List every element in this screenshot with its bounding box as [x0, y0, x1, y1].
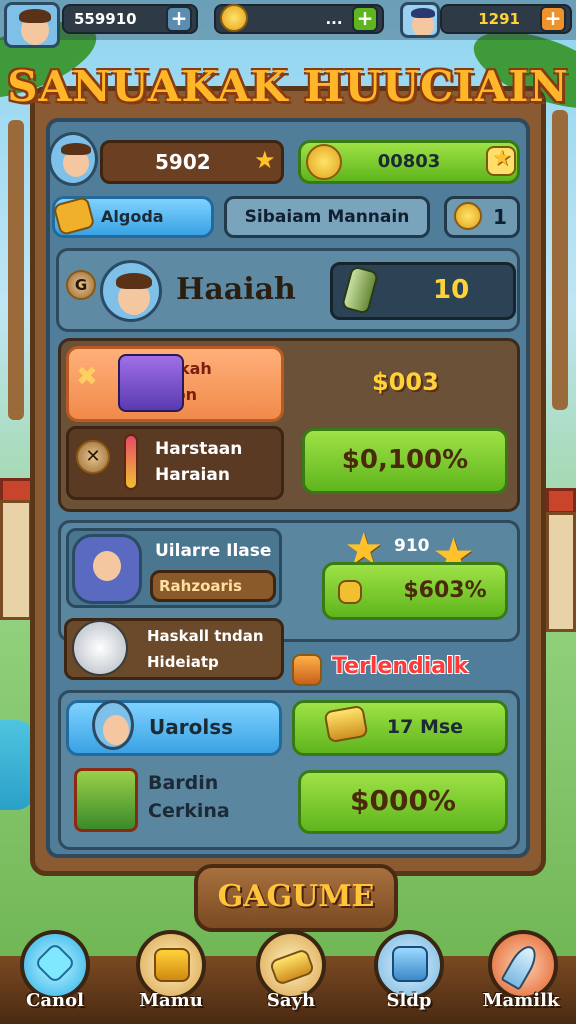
- bundle-line1: Bardin: [148, 772, 219, 794]
- currency-2-value: ...: [325, 10, 343, 28]
- quest-line1: Uilarre Ilase: [155, 541, 272, 561]
- coin-icon: [454, 202, 482, 230]
- center-button[interactable]: Sibaiam Mannain: [224, 196, 430, 238]
- star-icon: ★: [492, 146, 512, 171]
- quest-character-icon: [72, 534, 142, 604]
- house-left: [0, 500, 32, 620]
- stats-left-value: 5902: [155, 150, 211, 174]
- coin-icon: [220, 4, 248, 32]
- shop-icon: [392, 946, 428, 982]
- dice-icon: [72, 620, 128, 676]
- add-currency-2-button[interactable]: +: [352, 6, 378, 32]
- offer-character-icon: [92, 700, 134, 750]
- gold-cube-icon: [338, 580, 362, 604]
- tag-label: Algoda: [101, 207, 164, 226]
- buy-button[interactable]: $0,100%: [302, 428, 508, 494]
- price-1: $003: [372, 368, 439, 396]
- star-button[interactable]: ★: [486, 146, 516, 176]
- friend-avatar[interactable]: [400, 2, 440, 38]
- reward-button-label: $603%: [403, 578, 487, 603]
- nav-label-2: Sayh: [266, 990, 316, 1011]
- star-icon: ★: [254, 146, 276, 174]
- torch-icon: [124, 434, 138, 490]
- big-buy-label: $000%: [350, 784, 456, 817]
- feather-icon: [500, 941, 542, 991]
- palm-trunk-right: [552, 110, 568, 410]
- house-right: [546, 512, 576, 632]
- nav-label-1: Mamu: [139, 990, 203, 1011]
- item-2-line2: Haraian: [155, 465, 230, 485]
- currency-1-value: 559910: [74, 10, 137, 28]
- player-portrait-hair: [116, 273, 152, 289]
- stats-avatar-hair: [61, 143, 91, 155]
- stats-right-value: 00803: [377, 151, 441, 172]
- player-avatar[interactable]: [4, 2, 60, 48]
- blue-offer-label: Uarolss: [149, 715, 234, 739]
- offer-character-face: [103, 715, 129, 745]
- item-3-line2: Hideiatp: [147, 653, 219, 671]
- bundle-line2: Cerkina: [148, 800, 230, 822]
- quest-character-face: [93, 551, 121, 581]
- quest-line2: Rahzoaris: [150, 570, 276, 602]
- player-portrait[interactable]: [100, 260, 162, 322]
- cannon-icon: [118, 354, 184, 412]
- player-badge: G: [66, 270, 96, 300]
- gold-bar-icon: [268, 947, 316, 987]
- trending-label: Terlendialk: [332, 654, 469, 679]
- play-button[interactable]: GAGUME: [194, 864, 398, 932]
- item-2-line1: Harstaan: [155, 439, 243, 459]
- big-buy-button[interactable]: $000%: [298, 770, 508, 834]
- nav-label-4: Mamilk: [482, 990, 560, 1011]
- green-offer-bar: 17 Mse: [292, 700, 508, 756]
- barrel-icon: [292, 654, 322, 686]
- green-offer-label: 17 Mse: [386, 716, 464, 738]
- energy-value: 10: [433, 275, 470, 305]
- coin-counter-value: 1: [493, 205, 507, 229]
- currency-3-value: 1291: [478, 10, 520, 28]
- palm-trunk-left: [8, 120, 24, 420]
- player-name: Haaiah: [176, 272, 296, 307]
- nav-label-0: Canol: [26, 990, 84, 1011]
- center-button-label: Sibaiam Mannain: [244, 207, 410, 227]
- chest-icon: [154, 948, 190, 982]
- chest-icon: [74, 768, 138, 832]
- buy-button-label: $0,100%: [341, 445, 469, 475]
- stats-avatar[interactable]: [48, 132, 98, 186]
- house-roof-right: [546, 488, 576, 514]
- add-currency-1-button[interactable]: +: [166, 6, 192, 32]
- coin-icon: [306, 144, 342, 180]
- gem-icon: [33, 941, 77, 985]
- nav-label-3: Sldp: [386, 990, 432, 1011]
- reward-label: 910: [394, 536, 430, 556]
- item-3-line1: Haskall tndan: [147, 627, 264, 645]
- close-icon: ✖: [76, 362, 98, 392]
- add-currency-3-button[interactable]: +: [540, 6, 566, 32]
- game-title: SANUAKAK HUUCIAIN: [7, 62, 569, 111]
- avatar-hair: [19, 9, 51, 23]
- item-2-badge-icon: ✕: [76, 440, 110, 474]
- friend-hair: [411, 8, 435, 18]
